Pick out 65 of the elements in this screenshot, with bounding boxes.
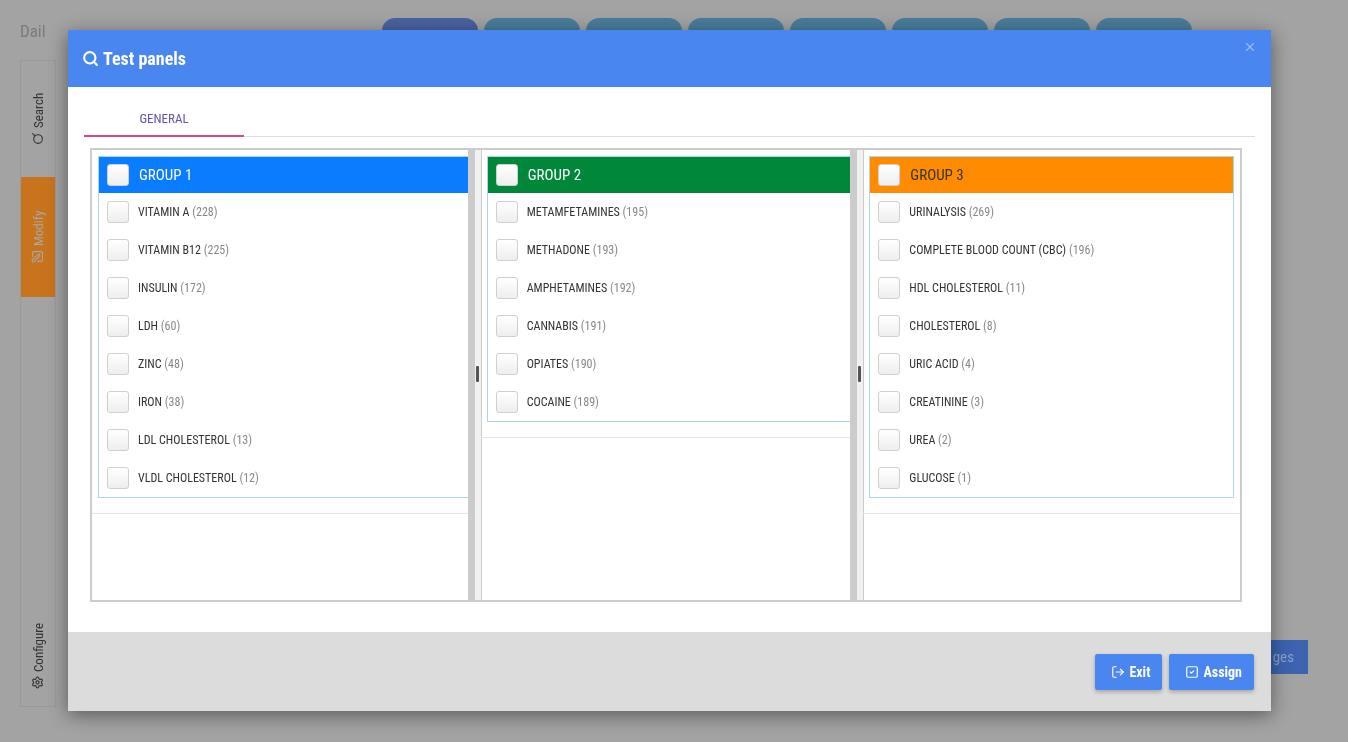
- checkbox[interactable]: [107, 353, 129, 375]
- test-label: COMPLETE BLOOD COUNT (CBC) (196): [909, 243, 1095, 257]
- sidebar-tab[interactable]: Configure: [21, 606, 55, 706]
- checkbox[interactable]: [878, 429, 901, 451]
- group-title: GROUP 3: [910, 166, 964, 184]
- checkbox[interactable]: [495, 277, 518, 299]
- checkbox[interactable]: [878, 277, 901, 299]
- test-label: OPIATES (190): [526, 357, 597, 371]
- test-label: METAMFETAMINES (195): [526, 205, 648, 219]
- test-label: URINALYSIS (269): [909, 205, 994, 219]
- test-label: CHOLESTEROL (8): [909, 319, 997, 333]
- checkbox[interactable]: [107, 277, 129, 299]
- test-label: UREA (2): [909, 433, 952, 447]
- checkbox[interactable]: [107, 239, 129, 261]
- checkbox[interactable]: [495, 391, 518, 413]
- test-label: ZINC (48): [138, 357, 184, 371]
- test-label: AMPHETAMINES (192): [526, 281, 636, 295]
- checkbox[interactable]: [495, 353, 518, 375]
- checkbox[interactable]: [107, 429, 129, 451]
- tab[interactable]: GENERAL: [84, 101, 244, 137]
- checkbox[interactable]: [878, 239, 901, 261]
- checkbox[interactable]: [495, 239, 518, 261]
- test-label: VITAMIN B12 (225): [138, 243, 230, 257]
- checkbox[interactable]: [107, 164, 129, 186]
- group-title: GROUP 1: [139, 166, 193, 184]
- test-label: LDH (60): [138, 319, 181, 333]
- checkbox[interactable]: [878, 201, 901, 223]
- test-label: VLDL CHOLESTEROL (12): [138, 471, 259, 485]
- checkbox[interactable]: [878, 391, 901, 413]
- test-label: GLUCOSE (1): [909, 471, 972, 485]
- group-title: GROUP 2: [527, 166, 582, 184]
- checkbox[interactable]: [107, 201, 129, 223]
- test-label: CANNABIS (191): [526, 319, 607, 333]
- search-icon: [31, 132, 45, 146]
- checkbox[interactable]: [878, 164, 901, 186]
- test-label: CREATININE (3): [909, 395, 984, 409]
- checkbox[interactable]: [495, 164, 518, 186]
- gear-icon: [31, 676, 45, 690]
- checkbox[interactable]: [107, 467, 129, 489]
- assign-button[interactable]: Assign: [1169, 653, 1254, 690]
- resize-handle[interactable]: [475, 366, 479, 382]
- test-label: HDL CHOLESTEROL (11): [909, 281, 1026, 295]
- resize-handle[interactable]: [858, 366, 862, 382]
- checkbox[interactable]: [878, 467, 901, 489]
- close-button[interactable]: [1243, 40, 1257, 54]
- test-label: INSULIN (172): [138, 281, 206, 295]
- test-label: VITAMIN A (228): [138, 205, 218, 219]
- checkbox-icon: [1185, 664, 1200, 679]
- checkbox[interactable]: [495, 315, 518, 337]
- edit-icon: [31, 250, 45, 264]
- test-label: IRON (38): [138, 395, 185, 409]
- checkbox[interactable]: [878, 315, 901, 337]
- search-icon: [82, 50, 99, 67]
- test-label: URIC ACID (4): [909, 357, 975, 371]
- exit-button[interactable]: Exit: [1095, 653, 1163, 690]
- sidebar-tab[interactable]: Search: [21, 61, 55, 177]
- checkbox[interactable]: [878, 353, 901, 375]
- dialog-title: Test panels: [82, 48, 186, 69]
- exit-icon: [1111, 664, 1126, 679]
- checkbox[interactable]: [107, 315, 129, 337]
- checkbox[interactable]: [107, 391, 129, 413]
- test-label: LDL CHOLESTEROL (13): [138, 433, 253, 447]
- test-label: COCAINE (189): [526, 395, 599, 409]
- test-label: METHADONE (193): [526, 243, 619, 257]
- checkbox[interactable]: [495, 201, 518, 223]
